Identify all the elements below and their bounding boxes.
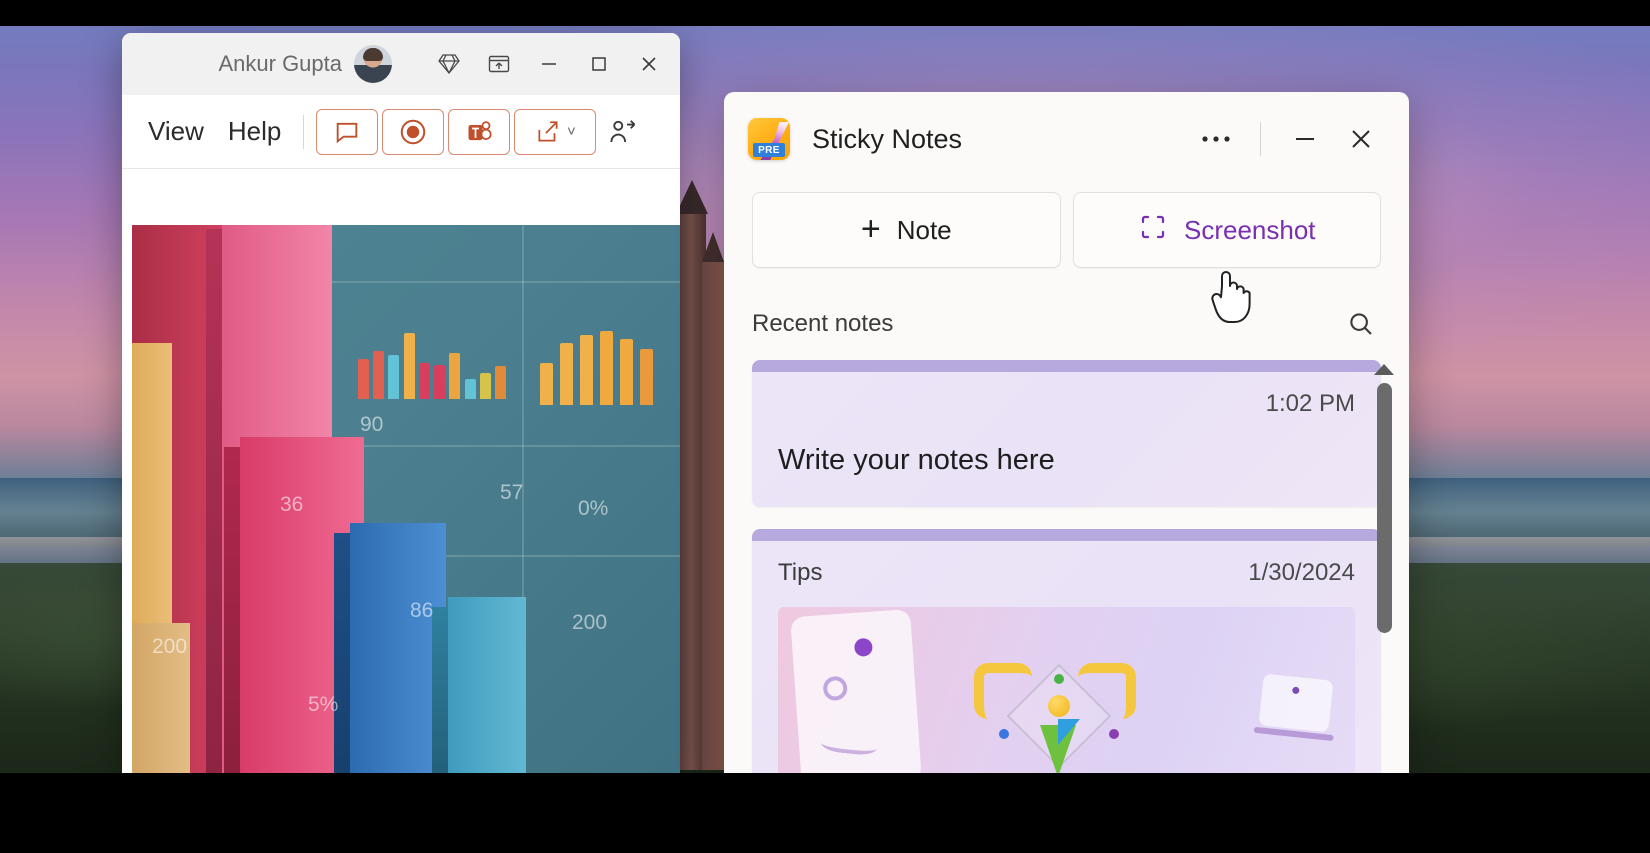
chevron-down-icon[interactable]: ˅ [567,123,576,140]
screenshot-icon [1138,212,1168,249]
plus-icon: + [860,209,881,248]
account-name: Ankur Gupta [218,51,342,76]
illustration-tablet [1253,673,1334,742]
search-icon[interactable] [1341,304,1381,344]
illustration-node [1054,674,1064,684]
notes-scrollbar[interactable] [1367,364,1401,642]
new-note-label: Note [896,214,952,245]
popout-icon[interactable] [476,41,522,87]
note-color-strip [752,360,1381,372]
powerpoint-titlebar[interactable]: Ankur Gupta [122,33,680,95]
record-icon[interactable] [382,108,445,155]
action-buttons-row[interactable]: + Note Screenshot [724,192,1409,268]
more-options-button[interactable] [1188,111,1244,167]
gem-icon[interactable] [426,41,472,87]
recent-notes-label: Recent notes [752,310,894,337]
illustration-ball [1048,695,1070,717]
notes-list[interactable]: 1:02 PM Write your notes here Tips 1/30/… [724,360,1409,782]
tips-illustration [778,607,1355,782]
scrollbar-thumb[interactable] [1376,383,1392,633]
slide-chart-image: 90 36 57 0% 86 200 200 5% [132,225,680,773]
window-title: Sticky Notes [812,123,963,154]
maximize-button[interactable] [576,41,622,87]
share-icon[interactable]: ˅ [514,108,597,155]
close-button[interactable] [626,41,672,87]
screenshot-label: Screenshot [1183,214,1316,245]
close-button[interactable] [1333,111,1389,167]
minimize-button[interactable] [526,41,572,87]
castle-tower [702,260,724,770]
castle-roof [702,232,724,262]
titlebar-separator [1260,122,1261,156]
powerpoint-toolbar[interactable]: View Help ˅ [122,95,680,169]
avatar[interactable] [354,45,392,83]
app-icon-preview-badge: PRE [753,143,785,157]
note-card[interactable]: Tips 1/30/2024 [752,529,1381,782]
letterbox-top [0,0,1650,26]
illustration-node [999,729,1009,739]
note-title: Tips [778,559,823,586]
comment-icon[interactable] [316,108,379,155]
castle-roof [676,180,708,214]
teams-icon[interactable] [448,108,511,155]
menu-item-help[interactable]: Help [218,112,291,151]
screen: Ankur Gupta View Help ˅ 90 36 57 0% 86 2… [0,0,1650,853]
note-card[interactable]: 1:02 PM Write your notes here [752,360,1381,507]
note-body[interactable]: Tips 1/30/2024 [752,541,1381,782]
sticky-notes-window[interactable]: PRE Sticky Notes + Note Screenshot Recen… [724,92,1409,782]
new-note-button[interactable]: + Note [752,192,1061,268]
share-people-icon[interactable] [600,110,644,154]
letterbox-bottom [0,773,1650,853]
note-timestamp: 1:02 PM [1265,390,1355,417]
illustration-blue-arrow [1058,719,1080,745]
powerpoint-window[interactable]: Ankur Gupta View Help ˅ 90 36 57 0% 86 2… [122,33,680,773]
toolbar-divider [303,114,305,149]
scroll-up-arrow-icon[interactable] [1374,364,1394,375]
powerpoint-slide-canvas[interactable]: 90 36 57 0% 86 200 200 5% [122,169,680,773]
illustration-node [1109,729,1119,739]
recent-notes-header: Recent notes [724,302,1409,346]
note-timestamp: 1/30/2024 [1248,559,1355,586]
screenshot-button[interactable]: Screenshot [1072,192,1381,268]
note-header: 1:02 PM [778,390,1355,418]
minimize-button[interactable] [1277,111,1333,167]
note-body[interactable]: 1:02 PM Write your notes here [752,372,1381,507]
note-text: Write your notes here [778,444,1055,476]
note-header: Tips 1/30/2024 [778,559,1355,587]
illustration-card [790,609,922,782]
note-color-strip [752,529,1381,541]
sticky-notes-app-icon: PRE [748,118,790,160]
menu-item-view[interactable]: View [138,112,214,151]
sticky-notes-titlebar[interactable]: PRE Sticky Notes [724,92,1409,186]
